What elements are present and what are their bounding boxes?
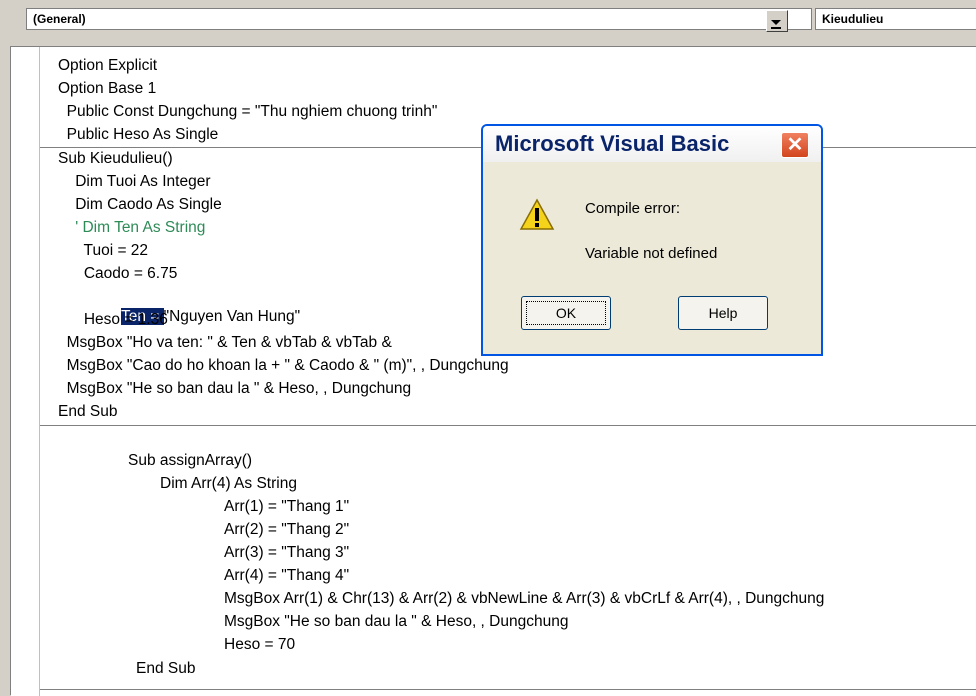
code-line[interactable]: MsgBox "He so ban dau la " & Heso, , Dun… xyxy=(58,379,411,399)
code-line[interactable]: MsgBox "Ho va ten: " & Ten & vbTab & vbT… xyxy=(58,333,392,353)
code-line-with-selection[interactable]: Ten = "Nguyen Van Hung" xyxy=(104,287,300,325)
editor-gutter xyxy=(0,46,11,695)
code-line[interactable]: End Sub xyxy=(58,402,117,422)
procedure-separator xyxy=(40,689,976,690)
code-line[interactable]: Arr(3) = "Thang 3" xyxy=(224,543,349,563)
help-button[interactable]: Help xyxy=(678,296,768,330)
dialog-body: Compile error: Variable not defined OK H… xyxy=(483,162,821,354)
code-line[interactable]: MsgBox "Cao do ho khoan la + " & Caodo &… xyxy=(58,356,509,376)
code-line[interactable]: End Sub xyxy=(136,659,195,679)
code-line[interactable]: Option Explicit xyxy=(58,56,157,76)
error-heading: Compile error: xyxy=(585,200,681,217)
procedure-combo[interactable]: Kieudulieu xyxy=(815,8,976,30)
code-line[interactable]: Arr(2) = "Thang 2" xyxy=(224,520,349,540)
code-line[interactable]: MsgBox Arr(1) & Chr(13) & Arr(2) & vbNew… xyxy=(224,589,824,609)
code-line[interactable]: Heso = 1.36 xyxy=(58,310,168,330)
code-line[interactable]: Sub assignArray() xyxy=(128,451,252,471)
ok-button[interactable]: OK xyxy=(521,296,611,330)
help-button-label: Help xyxy=(708,305,738,321)
margin-indicator-bar[interactable] xyxy=(11,47,40,696)
code-line[interactable]: Caodo = 6.75 xyxy=(58,264,178,284)
dropdown-underline-icon xyxy=(771,27,781,29)
code-line[interactable]: Public Heso As Single xyxy=(58,125,219,145)
code-line[interactable]: Arr(4) = "Thang 4" xyxy=(224,566,349,586)
procedure-separator xyxy=(40,425,976,426)
chevron-down-icon xyxy=(771,20,781,25)
code-window-toolbar: (General) Kieudulieu xyxy=(0,0,976,46)
focus-rectangle xyxy=(526,301,606,325)
warning-icon xyxy=(519,198,555,230)
close-button[interactable]: ✕ xyxy=(781,132,809,158)
code-comment-line[interactable]: ' Dim Ten As String xyxy=(58,218,205,238)
code-line[interactable]: Dim Tuoi As Integer xyxy=(58,172,210,192)
code-line[interactable]: Dim Arr(4) As String xyxy=(160,474,297,494)
error-detail: Variable not defined xyxy=(585,245,718,262)
dialog-titlebar[interactable]: Microsoft Visual Basic ✕ xyxy=(483,126,821,162)
code-line[interactable]: Arr(1) = "Thang 1" xyxy=(224,497,349,517)
compile-error-dialog: Microsoft Visual Basic ✕ Compile error: … xyxy=(481,124,823,356)
object-combo[interactable]: (General) xyxy=(26,8,812,30)
close-icon: ✕ xyxy=(786,134,804,156)
code-line[interactable]: Tuoi = 22 xyxy=(58,241,149,261)
code-line[interactable]: Sub Kieudulieu() xyxy=(58,149,173,169)
dialog-title: Microsoft Visual Basic xyxy=(495,131,730,156)
code-line[interactable]: Public Const Dungchung = "Thu nghiem chu… xyxy=(58,102,438,122)
code-line[interactable]: Dim Caodo As Single xyxy=(58,195,221,215)
code-line-rest: "Nguyen Van Hung" xyxy=(163,308,301,325)
code-line[interactable]: MsgBox "He so ban dau la " & Heso, , Dun… xyxy=(224,612,568,632)
code-line[interactable]: Option Base 1 xyxy=(58,79,156,99)
code-line[interactable]: Heso = 70 xyxy=(224,635,295,655)
